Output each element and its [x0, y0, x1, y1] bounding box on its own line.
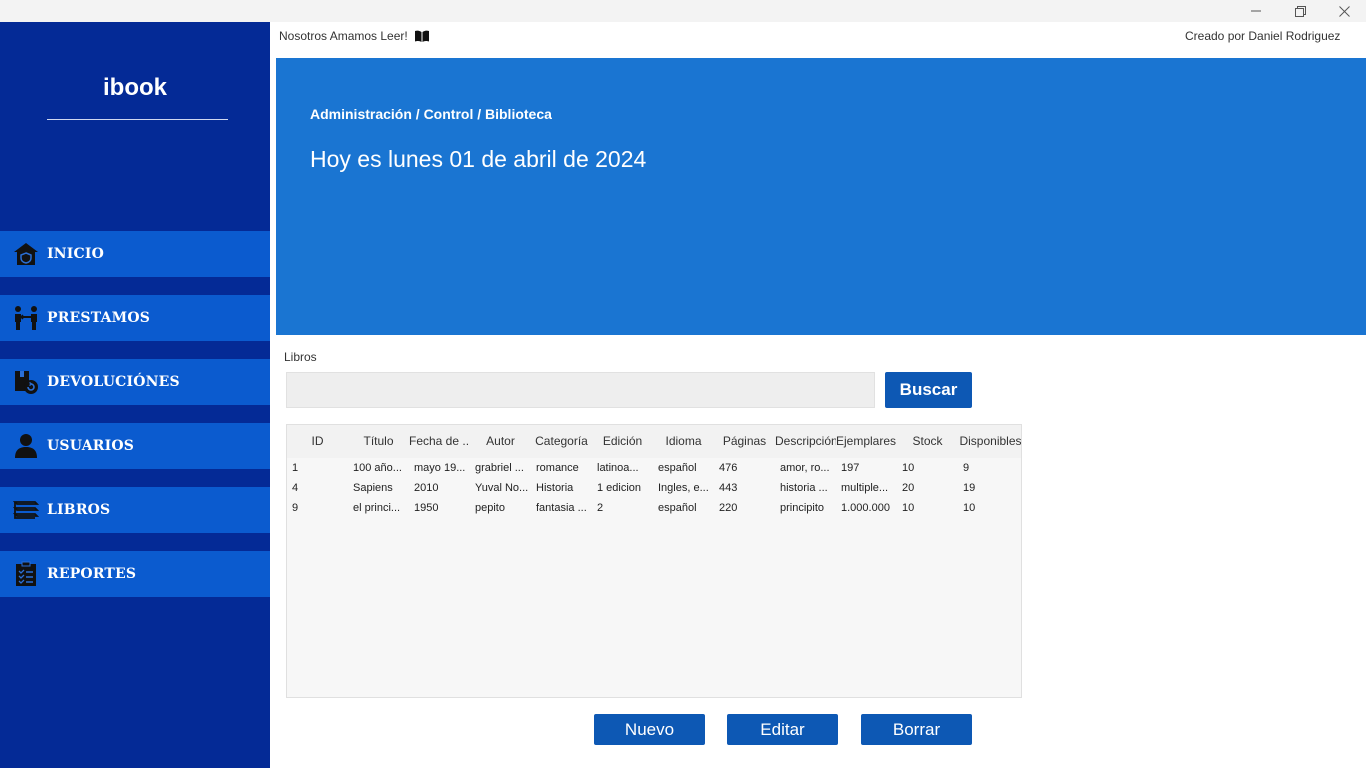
table-cell: 10: [902, 462, 915, 474]
people-exchange-icon: [0, 295, 47, 341]
sidebar-item-usuarios[interactable]: USUARIOS: [0, 423, 270, 469]
return-box-icon: [0, 359, 47, 405]
header-banner: Administración / Control / Biblioteca Ho…: [276, 58, 1366, 335]
table-cell: fantasia ...: [536, 502, 587, 514]
table-cell: amor, ro...: [780, 462, 830, 474]
table-cell: 20: [902, 482, 915, 494]
table-cell: 2010: [414, 482, 439, 494]
table-cell: 1: [292, 462, 299, 474]
column-header-descripcion[interactable]: Descripción: [775, 425, 836, 458]
table-cell: principito: [780, 502, 825, 514]
sidebar-item-devoluciones[interactable]: DEVOLUCIÓNES: [0, 359, 270, 405]
table-cell: mayo 19...: [414, 462, 466, 474]
table-cell: 1 edicion: [597, 482, 642, 494]
column-header-fecha[interactable]: Fecha de ...: [409, 425, 470, 458]
close-icon: [1338, 5, 1350, 17]
table-cell: 9: [963, 462, 970, 474]
clipboard-list-icon: [0, 551, 47, 597]
column-header-autor[interactable]: Autor: [470, 425, 531, 458]
table-cell: 197: [841, 462, 860, 474]
sidebar-item-label: DEVOLUCIÓNES: [47, 374, 180, 390]
search-button[interactable]: Buscar: [885, 372, 972, 408]
restore-icon: [1294, 5, 1306, 17]
column-header-ejemplares[interactable]: EjemplaresI: [836, 425, 897, 458]
sidebar-item-label: PRESTAMOS: [47, 310, 151, 326]
logo-divider: [47, 119, 228, 120]
minimize-button[interactable]: [1234, 0, 1278, 22]
table-row[interactable]: 9 el princi... 1950 pepito fantasia ... …: [287, 498, 1021, 518]
sidebar-item-reportes[interactable]: REPORTES: [0, 551, 270, 597]
table-cell: el princi...: [353, 502, 401, 514]
table-cell: latinoa...: [597, 462, 639, 474]
table-cell: Ingles, e...: [658, 482, 709, 494]
sidebar-item-libros[interactable]: LIBROS: [0, 487, 270, 533]
sidebar-item-label: INICIO: [47, 246, 104, 262]
table-cell: español: [658, 462, 697, 474]
table-cell: Historia: [536, 482, 574, 494]
table-row[interactable]: 4 Sapiens 2010 Yuval No... Historia 1 ed…: [287, 478, 1021, 498]
sidebar-item-label: USUARIOS: [47, 438, 135, 454]
table-cell: 476: [719, 462, 738, 474]
column-header-id[interactable]: ID: [287, 425, 348, 458]
column-header-paginas[interactable]: Páginas: [714, 425, 775, 458]
table-cell: 1950: [414, 502, 439, 514]
table-cell: 1.000.000: [841, 502, 890, 514]
table-header: ID Título Fecha de ... Autor Categoría E…: [287, 425, 1021, 458]
column-header-categoria[interactable]: Categoría: [531, 425, 592, 458]
books-stack-icon: [0, 487, 47, 533]
table-cell: 19: [963, 482, 976, 494]
breadcrumb: Administración / Control / Biblioteca: [310, 106, 552, 122]
table-cell: español: [658, 502, 697, 514]
user-icon: [0, 423, 47, 469]
table-cell: 10: [963, 502, 976, 514]
table-cell: multiple...: [841, 482, 889, 494]
open-book-icon: [414, 30, 430, 43]
sidebar-item-prestamos[interactable]: PRESTAMOS: [0, 295, 270, 341]
app-logo: ibook: [103, 74, 167, 101]
column-header-idioma[interactable]: Idioma: [653, 425, 714, 458]
tagline-text: Nosotros Amamos Leer!: [279, 29, 408, 43]
sidebar-item-inicio[interactable]: INICIO: [0, 231, 270, 277]
table-cell: grabriel ...: [475, 462, 524, 474]
tagline: Nosotros Amamos Leer!: [279, 29, 430, 43]
credits-text: Creado por Daniel Rodriguez: [1185, 29, 1341, 43]
column-header-titulo[interactable]: Título: [348, 425, 409, 458]
table-cell: 4: [292, 482, 299, 494]
table-cell: 100 año...: [353, 462, 402, 474]
column-header-edicion[interactable]: Edición: [592, 425, 653, 458]
table-cell: Sapiens: [353, 482, 393, 494]
close-window-button[interactable]: [1322, 0, 1366, 22]
sidebar-item-label: LIBROS: [47, 502, 111, 518]
edit-button[interactable]: Editar: [727, 714, 838, 745]
column-header-disponibles[interactable]: Disponibles: [958, 425, 1021, 458]
table-cell: pepito: [475, 502, 505, 514]
table-cell: romance: [536, 462, 579, 474]
delete-button[interactable]: Borrar: [861, 714, 972, 745]
restore-button[interactable]: [1278, 0, 1322, 22]
current-date-text: Hoy es lunes 01 de abril de 2024: [310, 146, 647, 172]
sidebar: ibook INICIO PRESTAMOS DEVOLUCIÓNES USUA…: [0, 22, 270, 768]
table-cell: 443: [719, 482, 738, 494]
books-table[interactable]: ID Título Fecha de ... Autor Categoría E…: [286, 424, 1022, 698]
table-cell: 2: [597, 502, 604, 514]
new-button[interactable]: Nuevo: [594, 714, 705, 745]
table-cell: 10: [902, 502, 915, 514]
table-cell: 220: [719, 502, 738, 514]
window-titlebar: [0, 0, 1366, 22]
table-cell: historia ...: [780, 482, 828, 494]
minimize-icon: [1251, 6, 1261, 16]
search-input[interactable]: [286, 372, 875, 408]
sidebar-item-label: REPORTES: [47, 566, 137, 582]
table-cell: Yuval No...: [475, 482, 529, 494]
table-cell: 9: [292, 502, 299, 514]
home-icon: [0, 231, 47, 277]
search-label: Libros: [284, 350, 317, 364]
column-header-stock[interactable]: Stock: [897, 425, 958, 458]
table-row[interactable]: 1 100 año... mayo 19... grabriel ... rom…: [287, 458, 1021, 478]
